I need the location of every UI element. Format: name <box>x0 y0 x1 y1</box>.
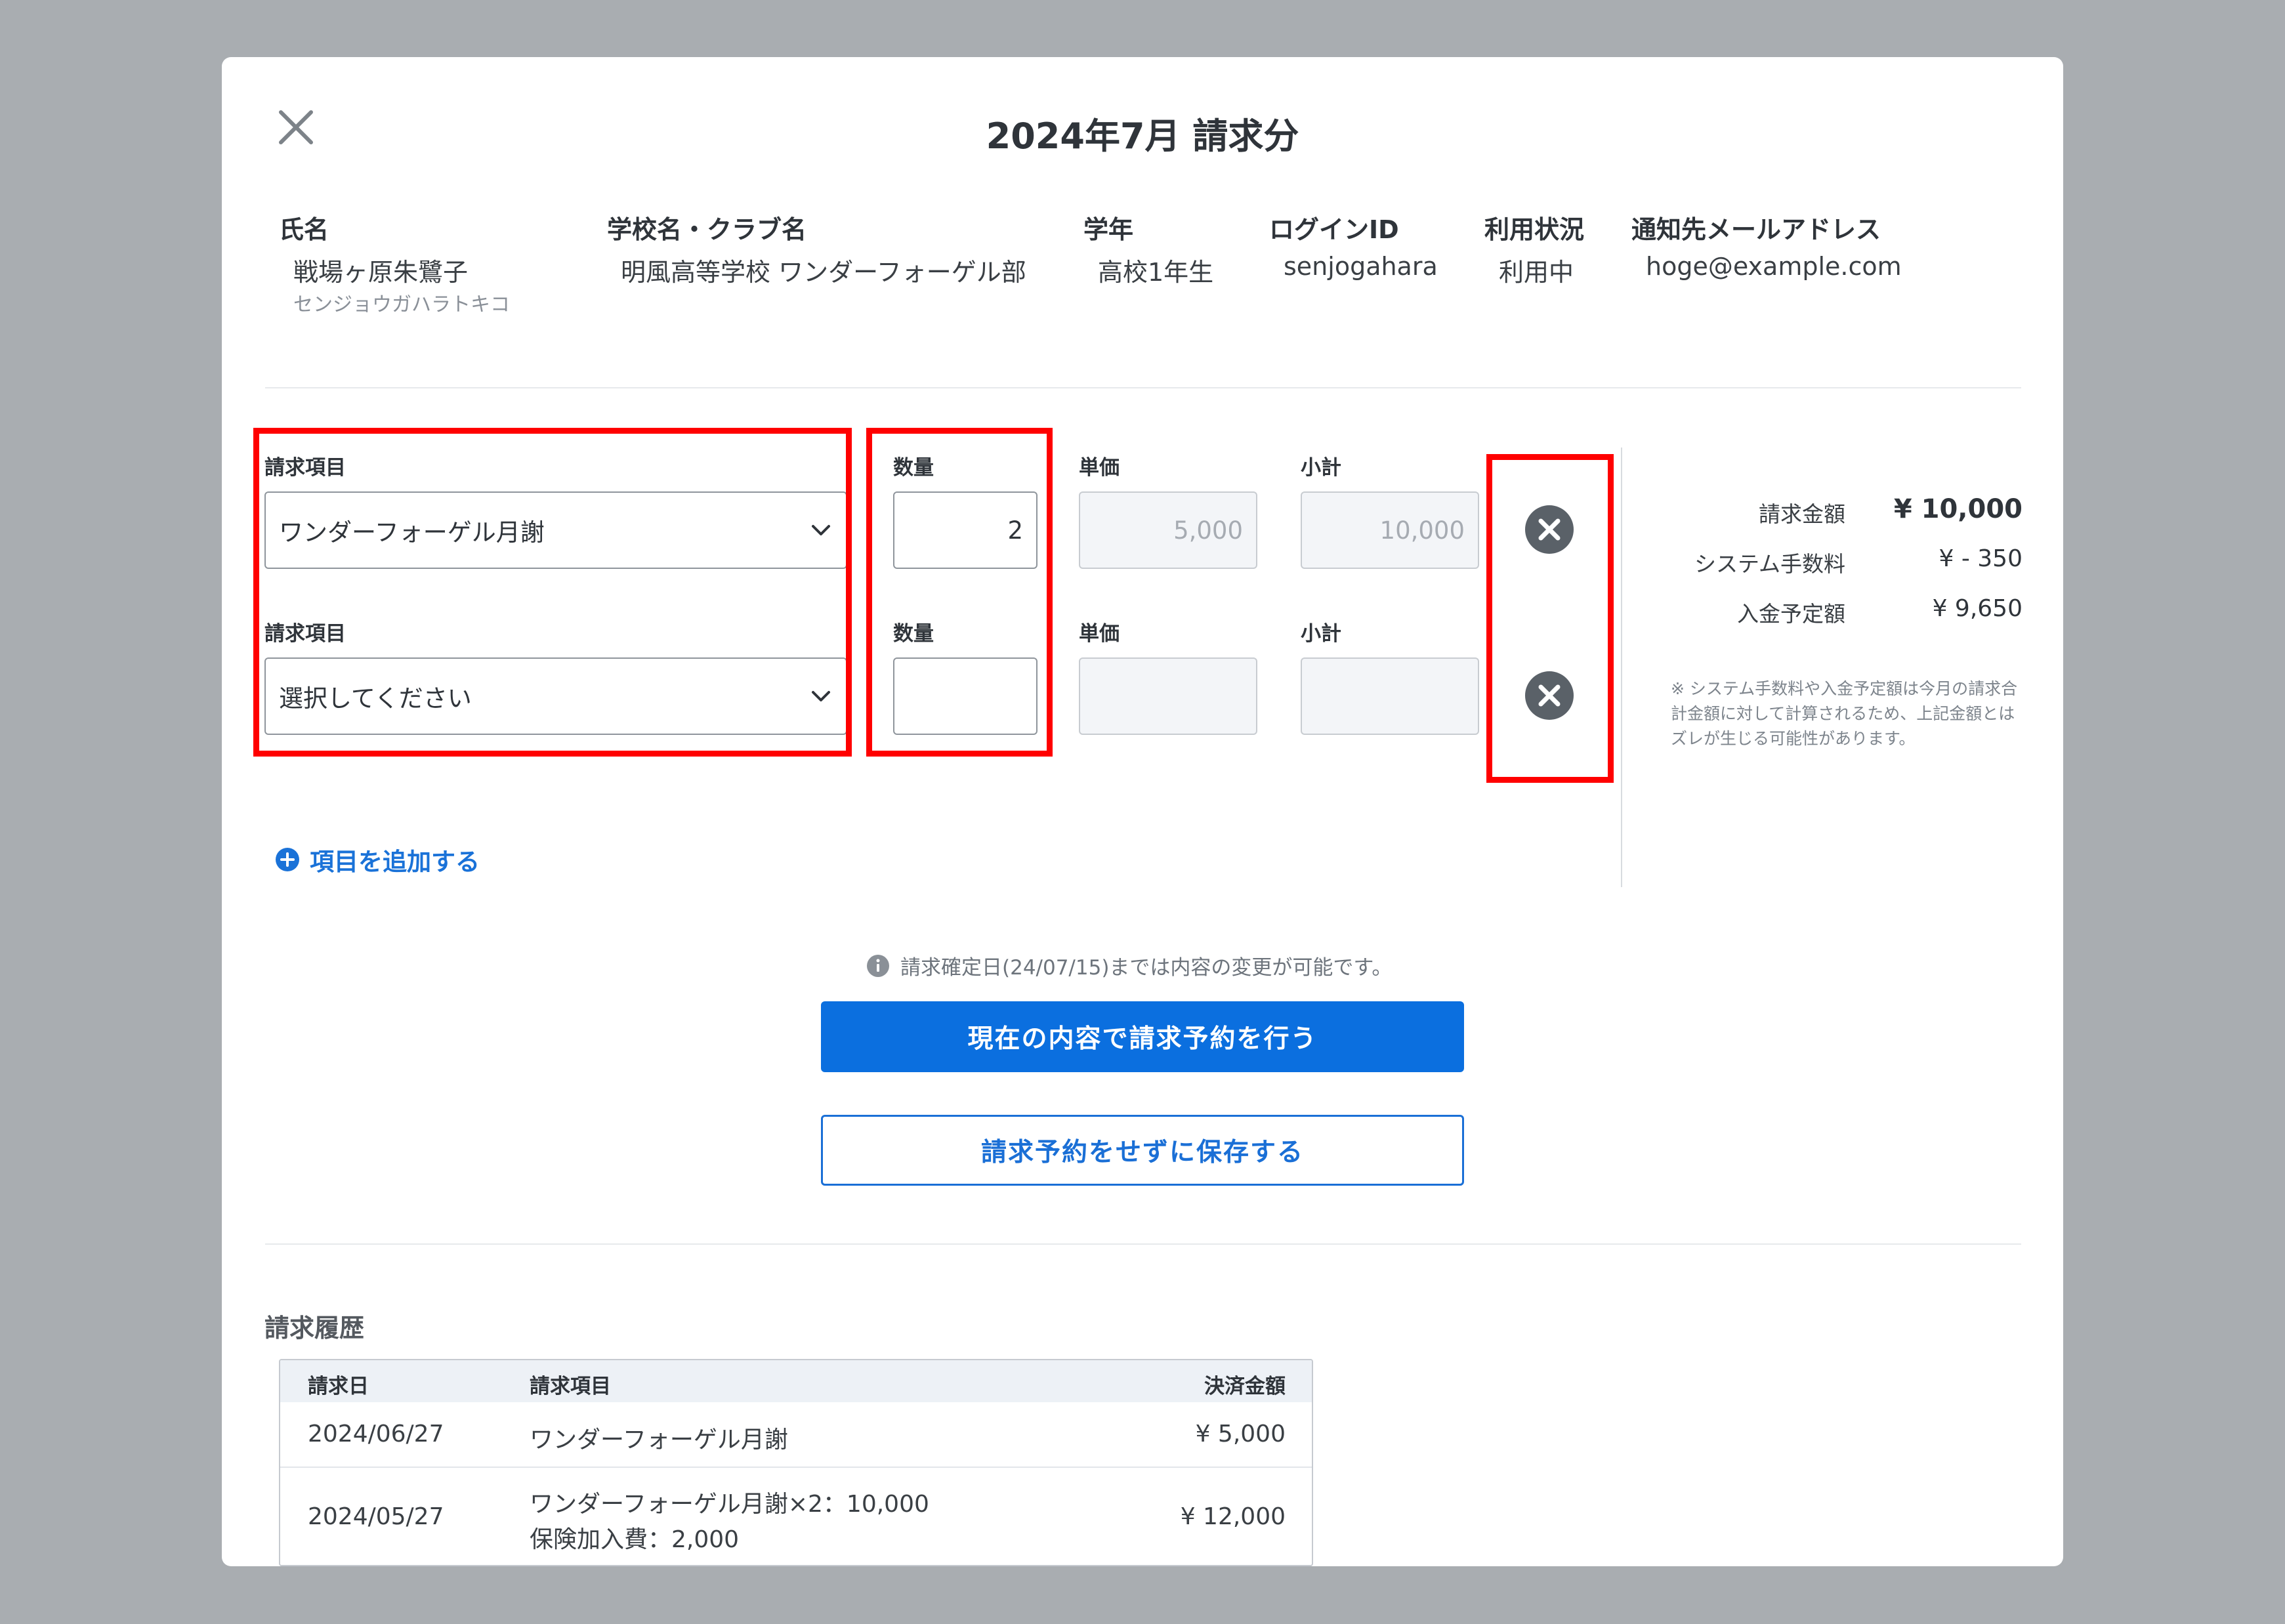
price-field-2 <box>1079 657 1257 735</box>
name-label: 氏名 <box>279 215 329 244</box>
plus-circle-icon <box>276 848 299 871</box>
history-header-date: 請求日 <box>308 1375 369 1398</box>
billing-amount-value: ¥ 10,000 <box>1893 494 2023 524</box>
price-label-2: 単価 <box>1079 622 1120 646</box>
summary-divider <box>1621 448 1622 887</box>
school-label: 学校名・クラブ名 <box>607 215 807 244</box>
confirm-date-notice-text: 請求確定日(24/07/15)までは内容の変更が可能です。 <box>900 956 1393 980</box>
history-row-2-item-line2: 保険加入費：2,000 <box>530 1526 740 1553</box>
name-value: 戦場ヶ原朱鷺子 <box>293 258 469 287</box>
school-value: 明風高等学校 ワンダーフォーゲル部 <box>621 258 1026 287</box>
login-id-label: ログインID <box>1269 215 1399 244</box>
history-row-2-item-line1: ワンダーフォーゲル月謝×2：10,000 <box>530 1491 929 1518</box>
history-title: 請求履歴 <box>264 1314 365 1343</box>
history-row-1-item: ワンダーフォーゲル月謝 <box>530 1426 788 1453</box>
billing-modal: 2024年7月 請求分 氏名 戦場ヶ原朱鷺子 センジョウガハラトキコ 学校名・ク… <box>222 57 2063 1566</box>
email-label: 通知先メールアドレス <box>1631 215 1881 244</box>
deposit-value: ¥ 9,650 <box>1932 595 2023 622</box>
history-row-2-amount: ¥ 12,000 <box>1180 1503 1286 1530</box>
highlight-qty-column <box>866 428 1053 757</box>
modal-title: 2024年7月 請求分 <box>986 115 1299 157</box>
add-item-label: 項目を追加する <box>310 848 480 876</box>
name-kana: センジョウガハラトキコ <box>293 293 510 316</box>
history-header-item: 請求項目 <box>530 1375 611 1398</box>
history-table: 請求日 請求項目 決済金額 2024/06/27 ワンダーフォーゲル月謝 ¥ 5… <box>279 1359 1313 1566</box>
history-row-2-date: 2024/05/27 <box>308 1503 444 1530</box>
info-icon <box>867 954 889 977</box>
subtotal-label-2: 小計 <box>1301 622 1341 646</box>
billing-amount-label: 請求金額 <box>1759 501 1845 527</box>
highlight-remove-column <box>1486 454 1614 783</box>
grade-label: 学年 <box>1083 215 1134 244</box>
confirm-date-notice: 請求確定日(24/07/15)までは内容の変更が可能です。 <box>866 951 1392 980</box>
history-table-header <box>280 1360 1312 1402</box>
reserve-billing-button[interactable]: 現在の内容で請求予約を行う <box>821 1001 1464 1072</box>
subtotal-field-1: 10,000 <box>1301 491 1479 569</box>
save-without-reserve-button[interactable]: 請求予約をせずに保存する <box>821 1115 1464 1186</box>
login-id-value: senjogahara <box>1284 252 1438 281</box>
subtotal-label-1: 小計 <box>1301 456 1341 480</box>
status-label: 利用状況 <box>1484 215 1585 244</box>
subtotal-field-2 <box>1301 657 1479 735</box>
info-divider <box>265 387 2021 388</box>
deposit-label: 入金予定額 <box>1737 601 1845 627</box>
history-row-1-date: 2024/06/27 <box>308 1421 444 1447</box>
status-value: 利用中 <box>1499 258 1574 287</box>
history-header-amount: 決済金額 <box>1204 1375 1286 1398</box>
price-label-1: 単価 <box>1079 456 1120 480</box>
history-row-separator <box>280 1467 1312 1468</box>
system-fee-value: ¥ - 350 <box>1939 545 2023 572</box>
email-value: hoge@example.com <box>1646 252 1902 281</box>
add-item-link[interactable]: 項目を追加する <box>274 842 480 877</box>
system-fee-label: システム手数料 <box>1694 551 1845 577</box>
history-divider <box>265 1243 2021 1245</box>
grade-value: 高校1年生 <box>1098 258 1214 287</box>
highlight-item-column <box>253 428 852 757</box>
price-field-1: 5,000 <box>1079 491 1257 569</box>
summary-note: ※ システム手数料や入金予定額は今月の請求合計金額に対して計算されるため、上記金… <box>1671 679 2018 748</box>
history-row-1-amount: ¥ 5,000 <box>1195 1421 1286 1447</box>
